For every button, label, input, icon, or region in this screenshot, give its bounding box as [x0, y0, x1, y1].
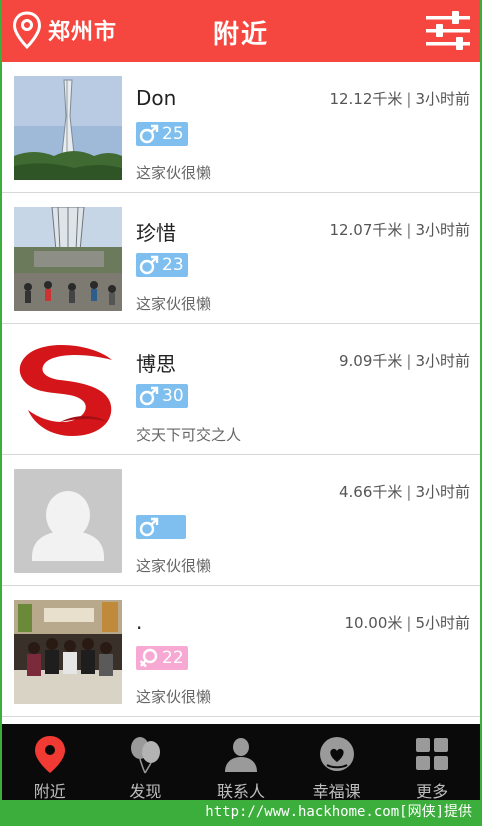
- signature: 这家伙很懒: [136, 295, 212, 313]
- male-icon: [139, 517, 159, 537]
- user-name: .: [136, 610, 143, 634]
- age: 30: [162, 386, 184, 406]
- filter-sliders-icon: [426, 11, 470, 50]
- canton-tower-photo: [14, 76, 122, 180]
- location-pin-icon: [12, 11, 42, 49]
- distance: 12.07千米: [329, 221, 403, 239]
- gender-age-badge: 30: [136, 384, 188, 408]
- last-active: 3小时前: [415, 483, 470, 501]
- last-active: 3小时前: [415, 221, 470, 239]
- nav-label: 附近: [33, 782, 66, 800]
- bottom-nav: 附近 发现 联系人 幸福课 更多: [2, 724, 480, 800]
- user-name: 珍惜: [136, 221, 176, 245]
- city-label: 郑州市: [48, 20, 118, 45]
- user-name: 博思: [136, 352, 176, 376]
- nearby-user-list: Don 12.12千米 | 3小时前 25 这家伙很懒 珍惜 12.07千米 |…: [2, 62, 480, 717]
- nav-item-contacts[interactable]: 联系人: [193, 724, 289, 800]
- list-item[interactable]: Don 12.12千米 | 3小时前 25 这家伙很懒: [2, 62, 480, 193]
- nav-label: 联系人: [216, 782, 265, 800]
- top-bar: 郑州市 附近: [2, 0, 480, 62]
- avatar[interactable]: [14, 338, 122, 442]
- distance: 12.12千米: [329, 90, 403, 108]
- avatar[interactable]: [14, 76, 122, 180]
- last-active: 3小时前: [415, 90, 470, 108]
- distance-time: 4.66千米 | 3小时前: [339, 481, 470, 502]
- signature: 这家伙很懒: [136, 557, 212, 575]
- separator: |: [406, 352, 412, 370]
- last-active: 3小时前: [415, 352, 470, 370]
- heart-face-icon: [319, 737, 354, 771]
- female-icon: [139, 648, 158, 668]
- watermark-text: http://www.hackhome.com[网侠]提供: [0, 800, 482, 826]
- nav-item-happiness-class[interactable]: 幸福课: [289, 724, 385, 800]
- group-photo: [14, 600, 122, 704]
- separator: |: [406, 90, 412, 108]
- distance-time: 12.07千米 | 3小时前: [329, 219, 470, 240]
- male-icon: [139, 255, 159, 275]
- filter-button[interactable]: [424, 8, 472, 54]
- age: 25: [162, 124, 184, 144]
- male-icon: [139, 124, 159, 144]
- signature: 交天下可交之人: [136, 426, 242, 444]
- canton-tower-crowd-photo: [14, 207, 122, 311]
- age: 23: [162, 255, 184, 275]
- list-item[interactable]: 博思 9.09千米 | 3小时前 30 交天下可交之人: [2, 324, 480, 455]
- distance: 10.00米: [344, 614, 403, 632]
- list-item[interactable]: 珍惜 12.07千米 | 3小时前 23 这家伙很懒: [2, 193, 480, 324]
- default-avatar-icon: [14, 469, 122, 573]
- user-name: Don: [136, 86, 177, 110]
- gender-age-badge: 23: [136, 253, 188, 277]
- avatar[interactable]: [14, 207, 122, 311]
- signature: 这家伙很懒: [136, 688, 212, 706]
- nav-label: 发现: [129, 782, 162, 800]
- distance: 9.09千米: [338, 352, 403, 370]
- nav-item-discover[interactable]: 发现: [98, 724, 194, 800]
- distance-time: 10.00米 | 5小时前: [344, 612, 470, 633]
- gender-age-badge: 22: [136, 646, 188, 670]
- avatar[interactable]: [14, 600, 122, 704]
- app-screen: 郑州市 附近 Don 12.12千米 | 3小时前 25 这家伙很懒 珍惜 12…: [2, 0, 480, 800]
- list-item[interactable]: . 10.00米 | 5小时前 22 这家伙很懒: [2, 586, 480, 717]
- separator: |: [406, 483, 412, 501]
- list-item[interactable]: 4.66千米 | 3小时前 这家伙很懒: [2, 455, 480, 586]
- distance-time: 12.12千米 | 3小时前: [329, 88, 470, 109]
- balloons-icon: [131, 737, 161, 774]
- nav-label: 更多: [416, 782, 449, 800]
- red-logo: [14, 338, 122, 442]
- distance-time: 9.09千米 | 3小时前: [339, 350, 470, 371]
- nav-label: 幸福课: [312, 782, 361, 800]
- separator: |: [406, 221, 412, 239]
- gender-age-badge: [136, 515, 186, 539]
- person-icon: [224, 738, 257, 772]
- separator: |: [406, 614, 412, 632]
- location-pin-icon: [34, 736, 65, 773]
- nav-item-nearby[interactable]: 附近: [2, 724, 98, 800]
- last-active: 5小时前: [415, 614, 470, 632]
- avatar[interactable]: [14, 469, 122, 573]
- grid-icon: [416, 738, 449, 770]
- gender-age-badge: 25: [136, 122, 188, 146]
- distance: 4.66千米: [338, 483, 403, 501]
- nav-item-more[interactable]: 更多: [384, 724, 480, 800]
- age: 22: [162, 648, 184, 668]
- male-icon: [139, 386, 159, 406]
- signature: 这家伙很懒: [136, 164, 212, 182]
- city-selector[interactable]: 郑州市: [12, 10, 117, 50]
